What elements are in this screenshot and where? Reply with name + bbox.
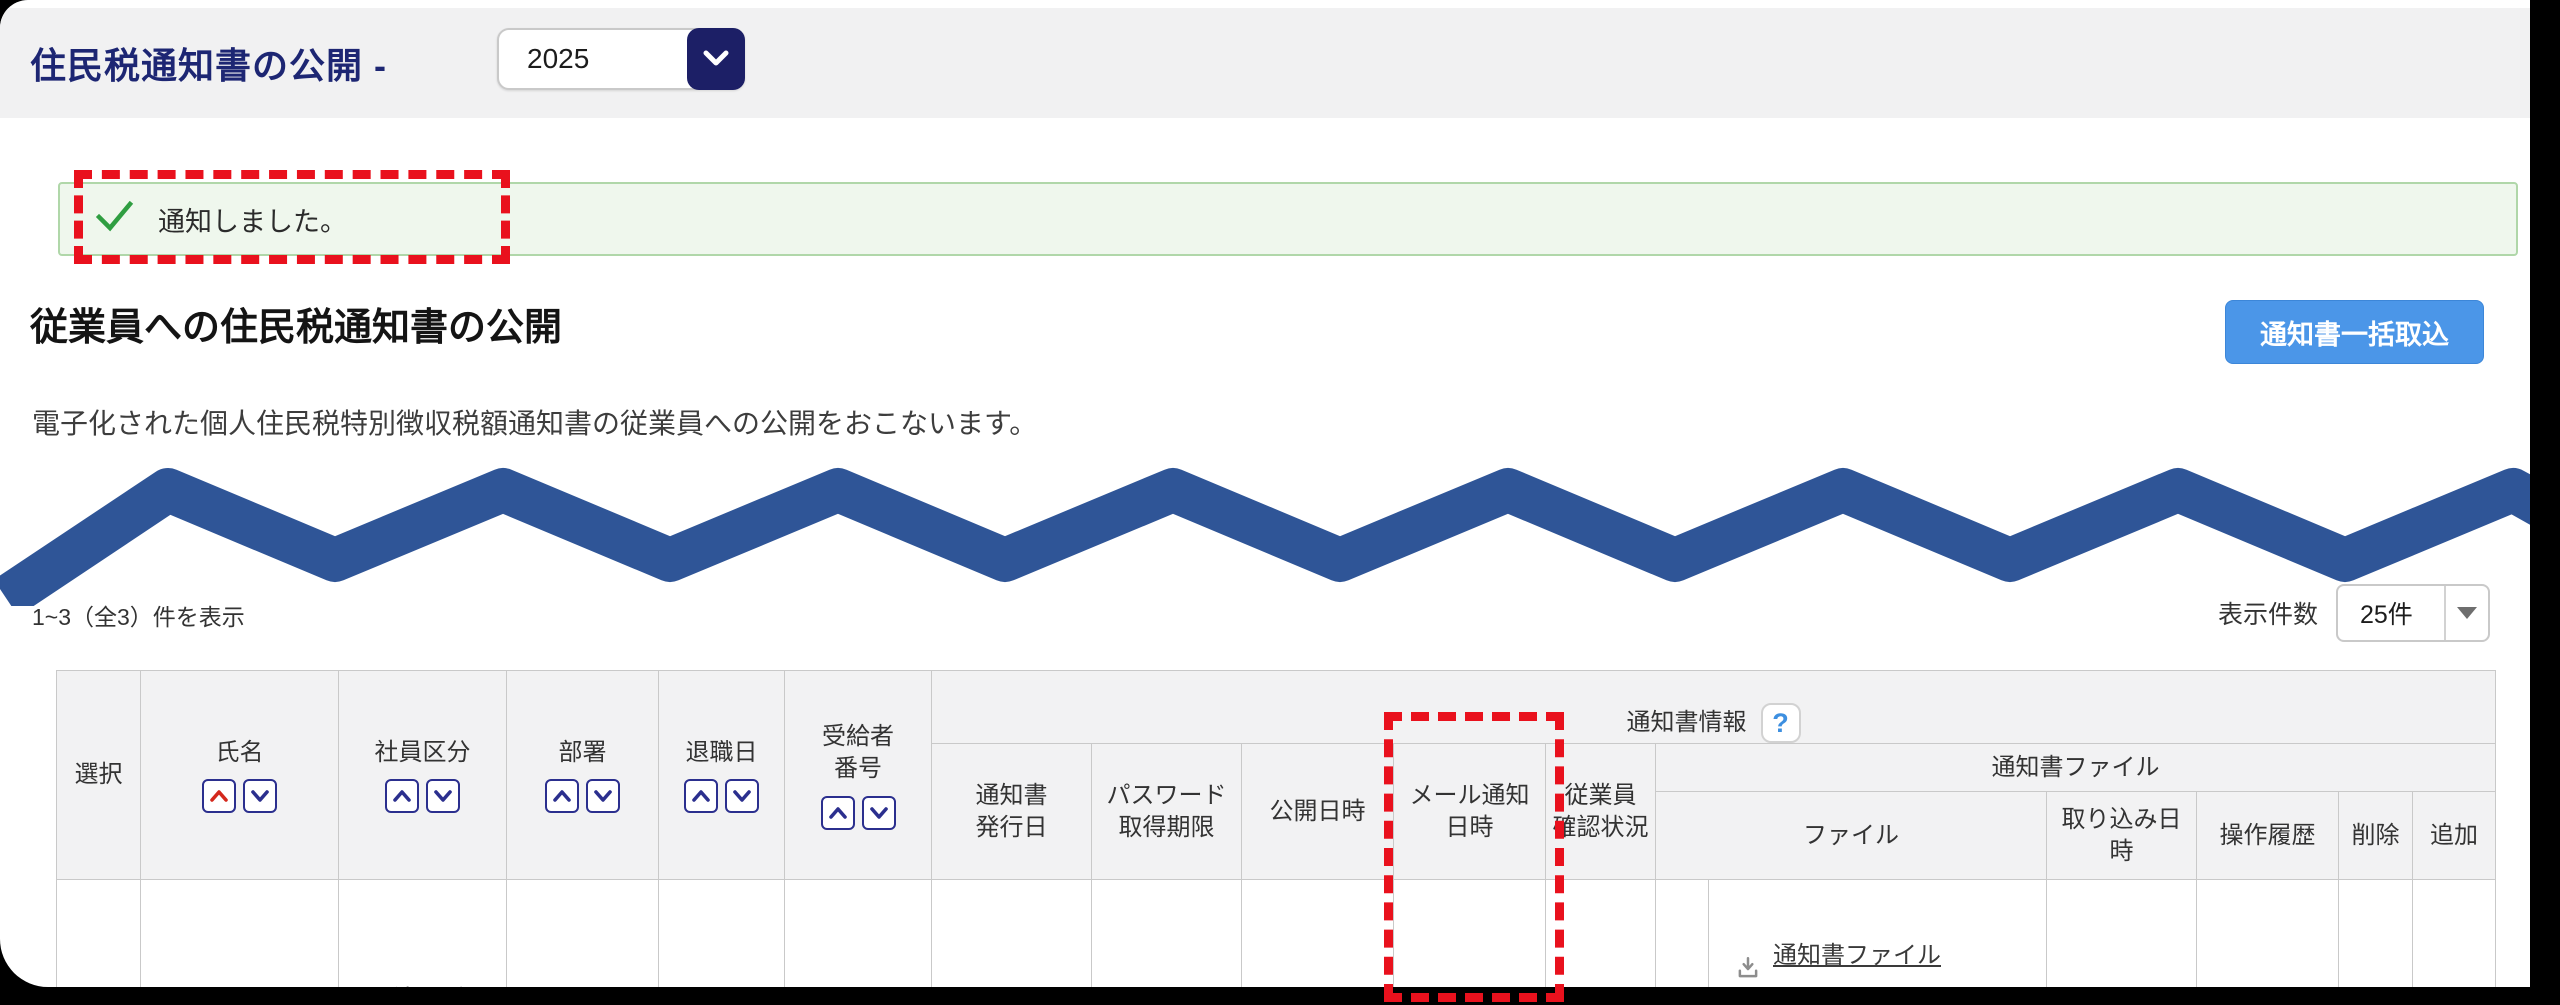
delete-cell xyxy=(2338,879,2413,987)
sort-desc-button[interactable] xyxy=(426,779,460,814)
sort-asc-button[interactable] xyxy=(545,779,579,814)
import-datetime-cell: 2026/03/12 16:42 xyxy=(2046,879,2197,987)
sort-asc-button[interactable] xyxy=(820,795,855,830)
retirement-date-cell: - xyxy=(658,879,785,987)
col-header-delete: 削除 xyxy=(2338,791,2413,881)
col-header-recipient-number: 受給者 番号 xyxy=(784,669,932,881)
section-description: 電子化された個人住民税特別徴収税額通知書の従業員への公開をおこないます。 xyxy=(32,408,1038,439)
chevron-down-icon xyxy=(687,28,745,90)
success-notification: 通知しました。 xyxy=(58,182,2518,256)
col-header-department: 部署 xyxy=(506,669,659,881)
notices-table: 選択 氏名 社員区分 部署 退職日 受給者 番号 通知書情報 ? 通知書 発行日… xyxy=(56,669,2497,987)
table-row: 10001 サンプル 一郎 正社員 (部 長) 部署A - 10001 - - … xyxy=(56,879,2497,987)
file-link-label[interactable]: 通知書ファイル xyxy=(1773,940,1941,972)
sort-desc-button[interactable] xyxy=(725,779,759,814)
col-header-file: ファイル xyxy=(1655,791,2047,881)
dropdown-arrow-icon xyxy=(2444,586,2488,640)
col-header-retirement-date: 退職日 xyxy=(658,669,785,881)
per-page-select[interactable]: 25件 xyxy=(2336,584,2490,642)
col-header-name: 氏名 xyxy=(140,669,339,881)
sort-desc-button[interactable] xyxy=(586,779,620,814)
col-header-operation-history: 操作履歴 xyxy=(2196,791,2339,881)
file-links-cell: 通知書ファイル パスワード取得用ファイル xyxy=(1708,879,2047,987)
file-count-cell: 1 xyxy=(1655,879,1709,987)
sort-asc-button[interactable] xyxy=(385,779,419,814)
wave-separator xyxy=(0,456,2530,617)
confirmation-status-cell: 未確認 xyxy=(1545,879,1656,987)
mail-datetime-cell: 2026/03/12 16:42 xyxy=(1393,879,1546,987)
download-icon xyxy=(1735,923,1761,987)
section-heading: 従業員への住民税通知書の公開 xyxy=(30,307,563,349)
help-icon[interactable]: ? xyxy=(1760,703,1801,744)
per-page-label: 表示件数 xyxy=(2217,601,2318,629)
issue-date-cell: - xyxy=(931,879,1092,987)
col-header-add: 追加 xyxy=(2411,791,2497,881)
per-page-value: 25件 xyxy=(2360,601,2413,629)
group-header-notice-file: 通知書ファイル xyxy=(1654,743,2497,793)
screenshot-root: { "page": { "title": "住民税通知書の公開 -", "yea… xyxy=(0,0,2560,1005)
result-count: 1~3（全3）件を表示 xyxy=(32,604,245,630)
name-cell: 10001 サンプル 一郎 xyxy=(140,879,339,987)
notification-message: 通知しました。 xyxy=(158,206,347,237)
recipient-number-cell: 10001 xyxy=(784,879,932,987)
col-header-password-deadline: パスワード 取得期限 xyxy=(1091,743,1242,881)
check-icon xyxy=(95,200,134,238)
col-header-employee-class: 社員区分 xyxy=(338,669,507,881)
year-select[interactable]: 2025 xyxy=(497,28,745,90)
per-page-control: 表示件数 25件 xyxy=(2218,584,2490,642)
col-header-publish-datetime: 公開日時 xyxy=(1241,743,1394,881)
col-header-issue-date: 通知書 発行日 xyxy=(931,743,1092,881)
sort-desc-button[interactable] xyxy=(861,795,896,830)
page-header: 住民税通知書の公開 - 2025 xyxy=(0,8,2530,118)
department-cell: 部署A xyxy=(506,879,659,987)
select-cell xyxy=(56,879,141,987)
operation-history-cell: 操作履歴 xyxy=(2196,879,2339,987)
password-deadline-cell: - xyxy=(1091,879,1242,987)
page-title: 住民税通知書の公開 - xyxy=(30,45,387,86)
group-header-notice-info: 通知書情報? xyxy=(930,669,2497,745)
sort-asc-button[interactable] xyxy=(202,779,236,814)
notice-file-link[interactable]: 通知書ファイル xyxy=(1735,923,2046,987)
col-header-mail-datetime: メール通知 日時 xyxy=(1393,743,1546,881)
page: 住民税通知書の公開 - 2025 通知しました。 従業員への住民税通知書の公開 … xyxy=(0,0,2530,987)
employee-class-cell: 正社員 (部 長) xyxy=(338,879,507,987)
bulk-import-button[interactable]: 通知書一括取込 xyxy=(2225,300,2484,364)
col-header-select: 選択 xyxy=(56,669,141,881)
year-select-value: 2025 xyxy=(527,43,590,74)
add-cell: 追加 xyxy=(2411,879,2497,987)
col-header-import-datetime: 取り込み日 時 xyxy=(2046,791,2197,881)
sort-asc-button[interactable] xyxy=(684,779,718,814)
publish-datetime-cell: 2026/03/12 16:42 xyxy=(1241,879,1394,987)
sort-desc-button[interactable] xyxy=(243,779,277,814)
col-header-employee-confirmation: 従業員 確認状況 xyxy=(1545,743,1656,881)
